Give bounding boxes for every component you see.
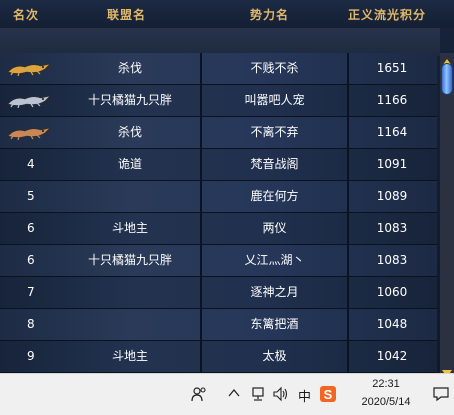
score-cell: 1089	[376, 189, 408, 203]
leaderboard-window: 名次 联盟名 势力名 正义流光积分 杀伐 不贱不杀 1651 十只橘猫九只胖 叫嚣吧人宠…	[0, 0, 454, 373]
faction-cell: 乂江灬湖丶	[244, 253, 305, 267]
chevron-up-icon[interactable]	[228, 388, 240, 398]
alliance-cell: 十只橘猫九只胖	[87, 253, 172, 267]
table-row[interactable]: 8 东篱把酒 1048	[0, 309, 437, 341]
clock-time[interactable]: 22:31	[360, 378, 412, 390]
faction-cell: 太极	[262, 349, 287, 363]
gold-medal-icon	[7, 63, 51, 76]
faction-cell: 梵音战阁	[250, 157, 299, 171]
score-cell: 1083	[376, 221, 408, 235]
faction-cell: 东篱把酒	[250, 317, 299, 331]
alliance-cell: 诡道	[117, 157, 142, 171]
table-row[interactable]: 杀伐 不离不弃 1164	[0, 117, 437, 149]
ime-mode-indicator[interactable]: 中	[298, 386, 311, 405]
alliance-cell	[60, 181, 200, 212]
rank-cell: 6	[27, 221, 35, 235]
table-row[interactable]: 4 诡道 梵音战阁 1091	[0, 149, 437, 181]
alliance-cell	[60, 277, 200, 308]
table-row[interactable]: 7 逐神之月 1060	[0, 277, 437, 309]
faction-cell: 逐神之月	[250, 285, 299, 299]
rank-cell	[0, 117, 60, 148]
network-icon[interactable]	[250, 386, 266, 402]
table-row[interactable]: 十只橘猫九只胖 叫嚣吧人宠 1166	[0, 85, 437, 117]
header-rank: 名次	[13, 8, 40, 22]
scrollbar[interactable]	[440, 53, 454, 373]
table-row[interactable]: 杀伐 不贱不杀 1651	[0, 53, 437, 85]
header-alliance: 联盟名	[107, 8, 147, 22]
table-row[interactable]: 5 鹿在何方 1089	[0, 181, 437, 213]
sogou-ime-icon[interactable]: S	[319, 385, 337, 403]
score-cell: 1166	[376, 93, 408, 107]
table-row[interactable]: 6 斗地主 两仪 1083	[0, 213, 437, 245]
score-cell: 1060	[376, 285, 408, 299]
rank-cell: 9	[27, 349, 35, 363]
bronze-medal-icon	[7, 127, 51, 140]
people-icon[interactable]	[190, 386, 208, 402]
score-cell: 1042	[376, 349, 408, 363]
scroll-down-icon[interactable]	[440, 363, 454, 373]
faction-cell: 两仪	[262, 221, 287, 235]
windows-taskbar: 中 S 22:31 2020/5/14	[0, 373, 454, 415]
rank-cell: 6	[27, 253, 35, 267]
alliance-cell: 杀伐	[117, 61, 142, 75]
rank-cell: 7	[27, 285, 35, 299]
faction-cell: 鹿在何方	[250, 189, 299, 203]
rank-cell: 8	[27, 317, 35, 331]
score-cell: 1083	[376, 253, 408, 267]
alliance-cell	[60, 309, 200, 340]
clock-date[interactable]: 2020/5/14	[356, 396, 416, 408]
table-header: 名次 联盟名 势力名 正义流光积分	[0, 0, 454, 28]
rank-cell: 4	[27, 157, 35, 171]
svg-text:S: S	[324, 387, 333, 402]
scroll-up-icon[interactable]	[440, 53, 454, 66]
table-row[interactable]: 6 十只橘猫九只胖 乂江灬湖丶 1083	[0, 245, 437, 277]
column-divider	[200, 53, 202, 373]
faction-cell: 不贱不杀	[250, 61, 299, 75]
alliance-cell: 斗地主	[111, 221, 148, 235]
alliance-cell: 杀伐	[117, 125, 142, 139]
score-cell: 1048	[376, 317, 408, 331]
silver-medal-icon	[7, 95, 51, 108]
alliance-cell: 十只橘猫九只胖	[87, 93, 172, 107]
scroll-thumb[interactable]	[441, 63, 453, 95]
alliance-cell: 斗地主	[111, 349, 148, 363]
header-score: 正义流光积分	[348, 8, 427, 22]
rank-cell	[0, 85, 60, 116]
rank-cell: 5	[27, 189, 35, 203]
rank-cell	[0, 53, 60, 84]
score-cell: 1651	[376, 61, 408, 75]
volume-icon[interactable]	[272, 386, 290, 402]
faction-cell: 不离不弃	[250, 125, 299, 139]
table-row[interactable]: 9 斗地主 太极 1042	[0, 341, 437, 373]
notification-icon[interactable]	[432, 386, 450, 402]
column-divider	[347, 53, 349, 373]
table-subheader-bar	[0, 28, 440, 56]
score-cell: 1091	[376, 157, 408, 171]
header-faction: 势力名	[250, 8, 290, 22]
score-cell: 1164	[376, 125, 408, 139]
faction-cell: 叫嚣吧人宠	[244, 93, 305, 107]
